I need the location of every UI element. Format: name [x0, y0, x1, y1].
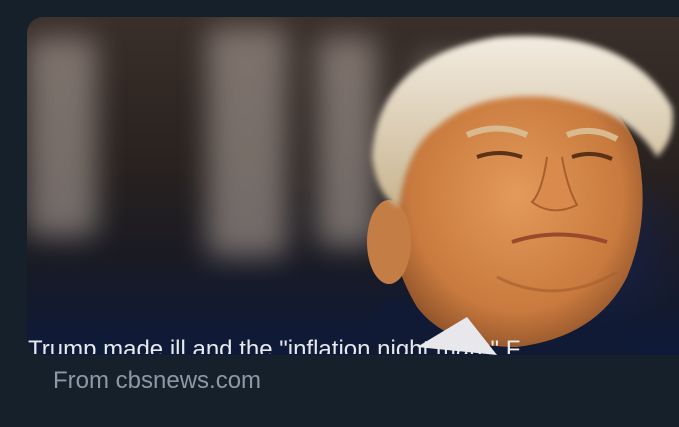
link-preview-card[interactable]: [27, 17, 679, 355]
card-image-art: [27, 27, 673, 355]
card-source: From cbsnews.com: [53, 367, 262, 394]
card-image[interactable]: [27, 17, 679, 355]
tweet-area: Trump made ill and the "inflation night …: [0, 0, 679, 427]
card-headline[interactable]: Trump made ill and the "inflation night …: [28, 330, 668, 354]
